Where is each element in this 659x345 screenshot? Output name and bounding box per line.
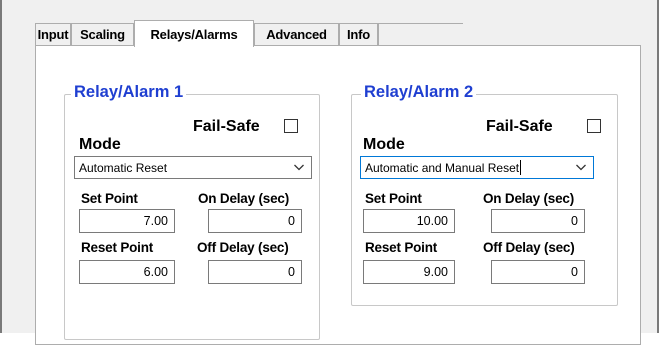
relay1-mode-value: Automatic Reset bbox=[79, 160, 168, 175]
relay2-set-point-input[interactable]: 10.00 bbox=[363, 209, 455, 233]
relay-alarm-2-title: Relay/Alarm 2 bbox=[361, 83, 477, 102]
relay-alarm-1-group: Relay/Alarm 1 Fail-Safe Mode Automatic R… bbox=[64, 83, 320, 340]
tab-strip-blank bbox=[378, 23, 463, 45]
relay-alarm-2-group: Relay/Alarm 2 Fail-Safe Mode Automatic a… bbox=[351, 83, 618, 306]
tab-scaling[interactable]: Scaling bbox=[71, 23, 134, 45]
relay1-on-delay-input[interactable]: 0 bbox=[208, 209, 302, 233]
relay-alarm-1-title: Relay/Alarm 1 bbox=[71, 83, 187, 102]
relay2-off-delay-label: Off Delay (sec) bbox=[483, 240, 575, 255]
relay2-reset-point-label: Reset Point bbox=[365, 240, 438, 255]
relay1-fail-safe-label: Fail-Safe bbox=[193, 118, 260, 135]
relay1-fail-safe-checkbox[interactable] bbox=[284, 119, 298, 133]
window-frame: Input Scaling Relays/Alarms Advanced Inf… bbox=[0, 0, 659, 345]
relay2-set-point-label: Set Point bbox=[365, 191, 422, 206]
tab-relays-alarms[interactable]: Relays/Alarms bbox=[134, 20, 254, 47]
relay2-mode-value: Automatic and Manual Reset bbox=[365, 160, 520, 175]
chevron-down-icon bbox=[294, 164, 304, 171]
chevron-down-icon bbox=[576, 164, 586, 171]
relay2-on-delay-input[interactable]: 0 bbox=[491, 209, 585, 233]
tab-input[interactable]: Input bbox=[35, 23, 71, 45]
tab-info[interactable]: Info bbox=[339, 23, 378, 45]
relays-alarms-panel: Relay/Alarm 1 Fail-Safe Mode Automatic R… bbox=[35, 45, 641, 345]
relay2-fail-safe-label: Fail-Safe bbox=[486, 118, 553, 135]
relay1-set-point-input[interactable]: 7.00 bbox=[79, 209, 175, 233]
relay2-mode-select[interactable]: Automatic and Manual Reset bbox=[360, 156, 594, 179]
relay1-reset-point-input[interactable]: 6.00 bbox=[79, 260, 175, 284]
relay2-reset-point-input[interactable]: 9.00 bbox=[363, 260, 455, 284]
relay2-fail-safe-checkbox[interactable] bbox=[587, 119, 601, 133]
relay1-mode-select[interactable]: Automatic Reset bbox=[74, 156, 312, 179]
tab-advanced[interactable]: Advanced bbox=[254, 23, 339, 45]
relay1-mode-label: Mode bbox=[79, 136, 121, 153]
relay1-reset-point-label: Reset Point bbox=[81, 240, 154, 255]
relay2-mode-label: Mode bbox=[363, 136, 405, 153]
relay2-on-delay-label: On Delay (sec) bbox=[483, 191, 574, 206]
relay1-on-delay-label: On Delay (sec) bbox=[198, 191, 289, 206]
relay1-off-delay-input[interactable]: 0 bbox=[208, 260, 302, 284]
relay1-off-delay-label: Off Delay (sec) bbox=[197, 240, 289, 255]
relay2-off-delay-input[interactable]: 0 bbox=[491, 260, 585, 284]
relay1-set-point-label: Set Point bbox=[81, 191, 138, 206]
text-caret bbox=[520, 160, 522, 175]
